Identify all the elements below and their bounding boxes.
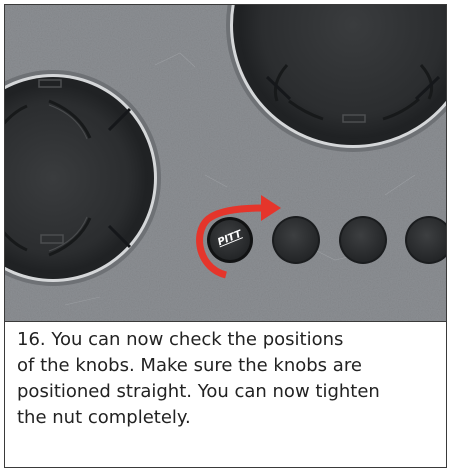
caption-line: of the knobs. Make sure the knobs are bbox=[17, 355, 362, 376]
caption-line: positioned straight. You can now tighten bbox=[17, 381, 380, 402]
cooktop-illustration bbox=[5, 5, 446, 321]
cooktop-photo: PITT bbox=[5, 5, 446, 321]
instruction-card: PITT 16. You can now check the positions… bbox=[4, 4, 447, 468]
instruction-caption: 16. You can now check the positions of t… bbox=[17, 327, 437, 431]
caption-line: the nut completely. bbox=[17, 407, 191, 428]
caption-divider bbox=[5, 321, 446, 322]
caption-line: 16. You can now check the positions bbox=[17, 329, 344, 350]
